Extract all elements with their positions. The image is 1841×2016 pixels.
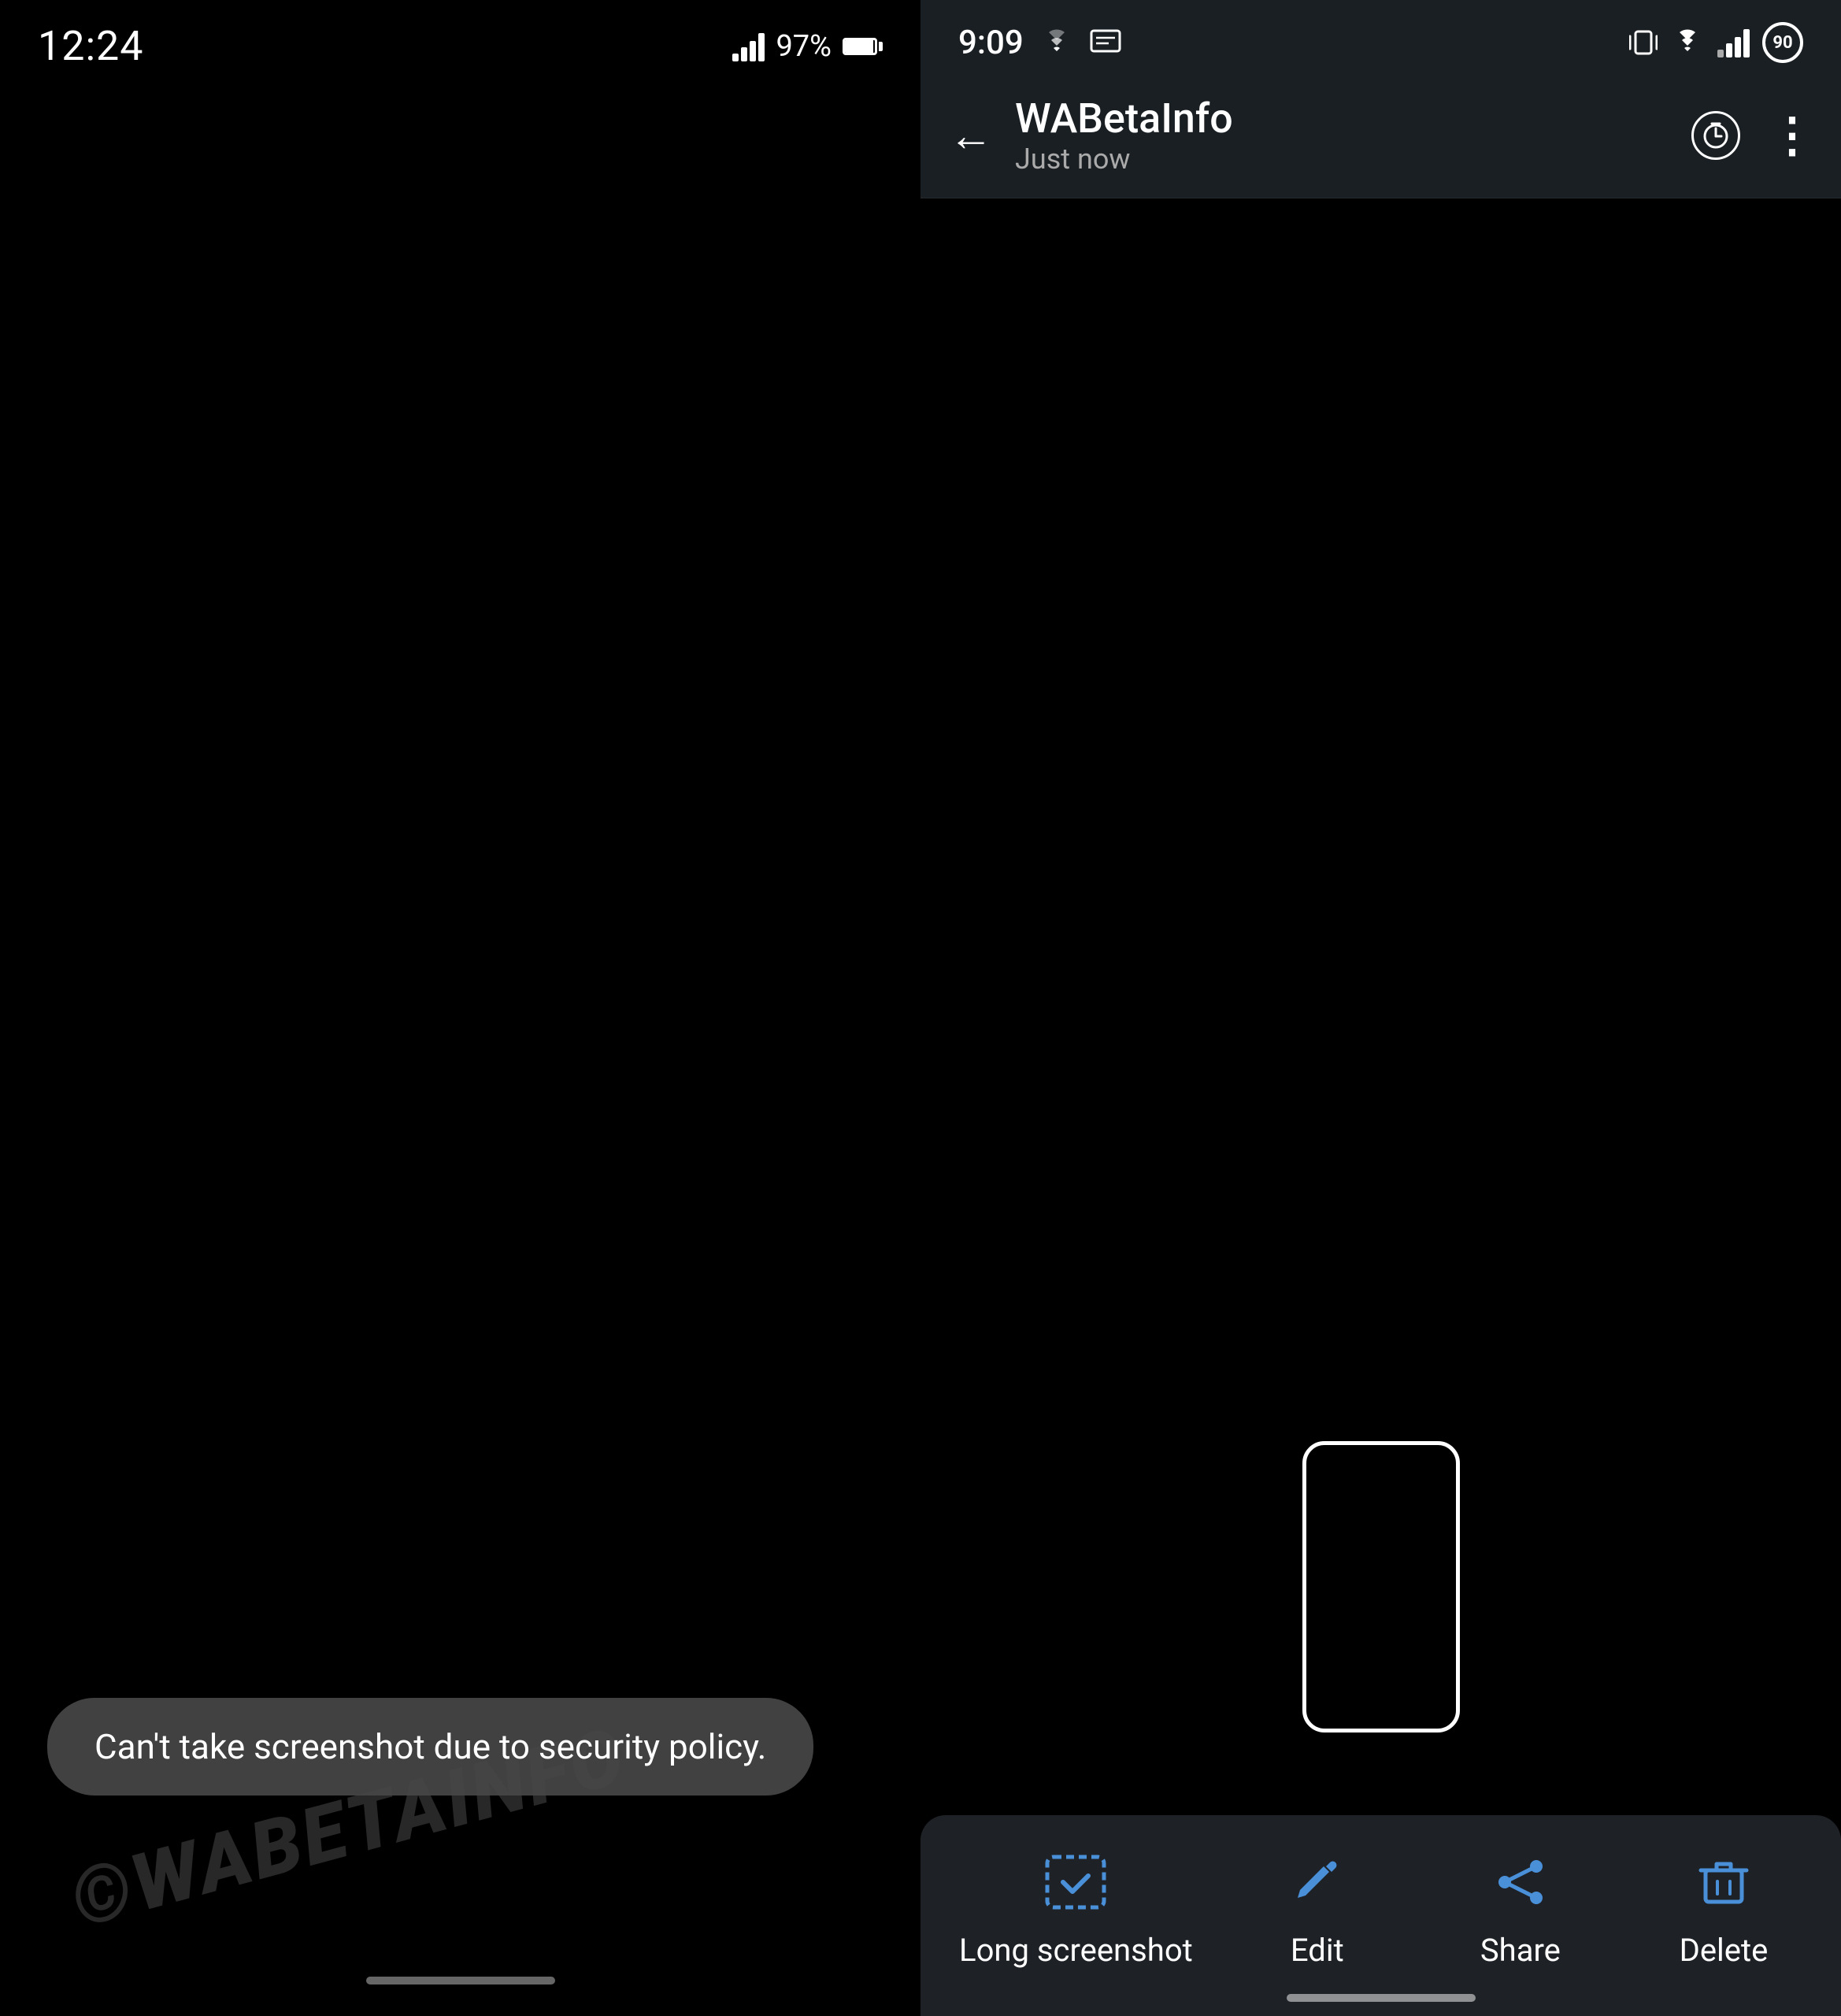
right-time: 9:09 (958, 24, 1024, 62)
left-nav-indicator (366, 1977, 555, 1984)
edit-item[interactable]: Edit (1239, 1847, 1396, 1969)
whatsapp-header: ← WABetaInfo Just now ⋮ (920, 76, 1841, 198)
delete-icon[interactable] (1688, 1847, 1759, 1918)
message-icon (1090, 29, 1121, 56)
toast-message: Can't take screenshot due to security po… (47, 1698, 813, 1796)
long-screenshot-icon[interactable] (1040, 1847, 1111, 1918)
screenshot-action-bar: Long screenshot Edit (920, 1815, 1841, 2016)
delete-label: Delete (1680, 1932, 1769, 1969)
share-item[interactable]: Share (1442, 1847, 1599, 1969)
right-status-left: 9:09 (958, 24, 1121, 62)
right-nav-indicator (1287, 1994, 1476, 2002)
battery-circle-icon: 90 (1762, 22, 1803, 63)
phone-preview-thumbnail (1302, 1441, 1460, 1732)
left-phone-panel: 12:24 97% ©WABETAINFO Can't take screens… (0, 0, 920, 2016)
chat-content-area: Long screenshot Edit (920, 198, 1841, 2016)
right-status-icons: 90 (1629, 22, 1803, 63)
signal-icon (732, 32, 765, 61)
right-status-bar: 9:09 (920, 0, 1841, 76)
left-status-icons: 97% (732, 29, 883, 64)
wifi-icon (1039, 29, 1074, 56)
wa-header-right: ⋮ (1691, 111, 1813, 160)
contact-status: Just now (1015, 143, 1233, 176)
long-screenshot-label: Long screenshot (959, 1932, 1193, 1969)
timer-svg (1701, 120, 1731, 150)
right-signal-icon (1717, 28, 1750, 57)
left-status-bar: 12:24 97% (0, 0, 920, 83)
left-time: 12:24 (38, 22, 144, 70)
wifi-filled-icon (1670, 29, 1705, 56)
edit-icon[interactable] (1282, 1847, 1353, 1918)
right-phone-panel: 9:09 (920, 0, 1841, 2016)
back-arrow-icon[interactable]: ← (949, 113, 993, 158)
battery-icon (843, 38, 883, 55)
share-icon[interactable] (1485, 1847, 1556, 1918)
contact-info: WABetaInfo Just now (1015, 94, 1233, 176)
timer-icon[interactable] (1691, 111, 1740, 160)
wa-header-left: ← WABetaInfo Just now (949, 94, 1233, 176)
more-options-icon[interactable]: ⋮ (1769, 112, 1813, 159)
contact-name[interactable]: WABetaInfo (1015, 94, 1233, 143)
long-screenshot-item[interactable]: Long screenshot (959, 1847, 1193, 1969)
edit-label: Edit (1291, 1932, 1344, 1969)
vibrate-icon (1629, 27, 1658, 58)
share-label: Share (1480, 1932, 1561, 1969)
delete-item[interactable]: Delete (1645, 1847, 1802, 1969)
battery-percent-text: 97% (776, 29, 832, 64)
